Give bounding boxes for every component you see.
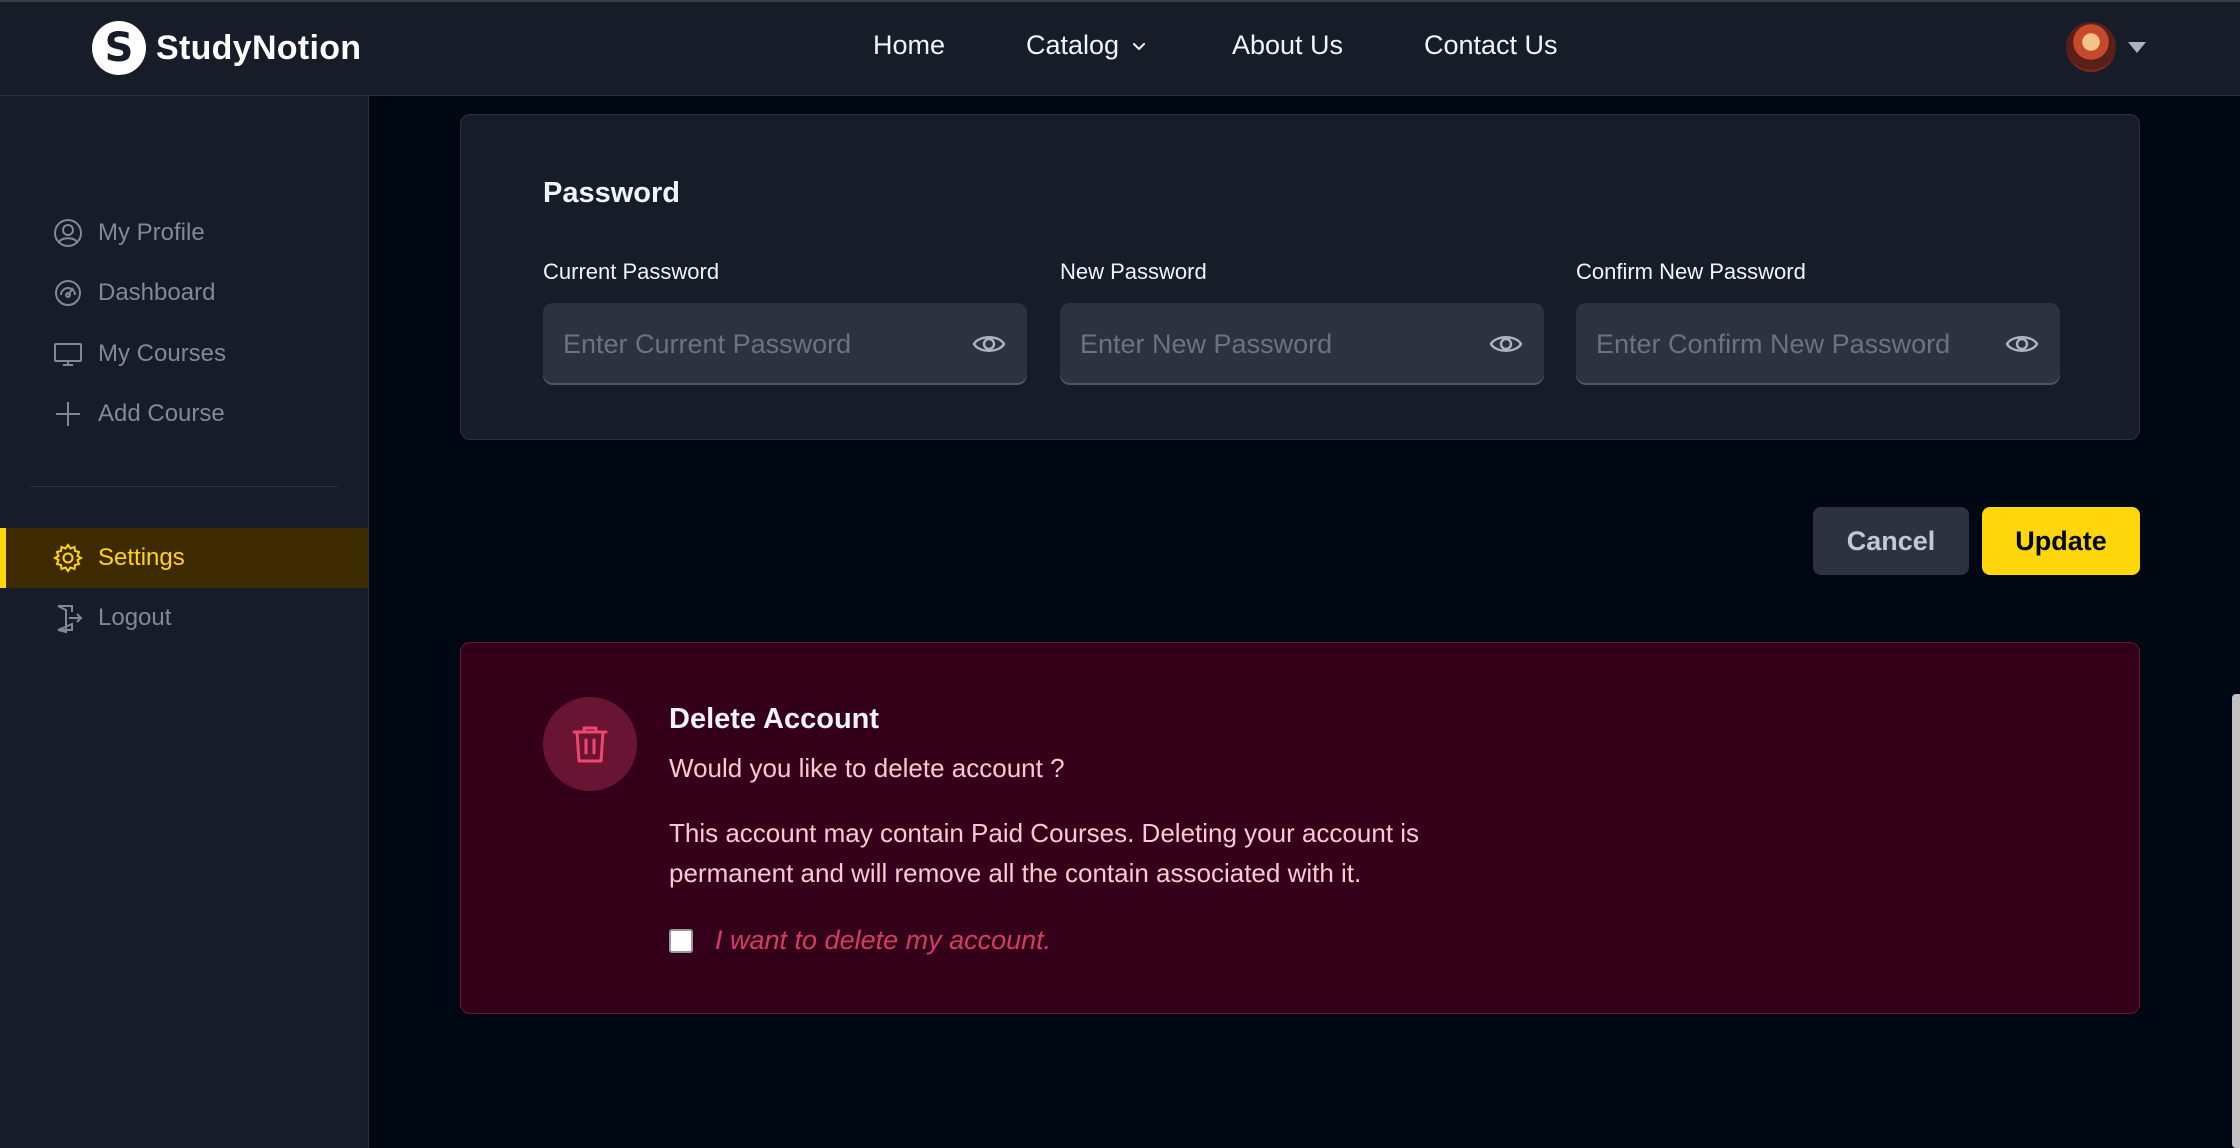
sidebar-item-dashboard[interactable]: Dashboard xyxy=(0,263,368,323)
logo-mark-icon: S xyxy=(92,21,146,75)
nav-catalog-label: Catalog xyxy=(1026,30,1120,60)
new-password-label: New Password xyxy=(1060,259,1207,284)
trash-icon xyxy=(572,726,608,763)
eye-icon[interactable] xyxy=(2004,326,2040,362)
page-scrollbar[interactable] xyxy=(2232,694,2240,1148)
sidebar-item-add-course[interactable]: Add Course xyxy=(0,384,368,444)
top-navbar: S StudyNotion Home Catalog About Us Cont… xyxy=(0,0,2240,96)
sidebar-item-label: Settings xyxy=(98,544,185,571)
delete-confirm-label[interactable]: I want to delete my account. xyxy=(715,925,1051,956)
trash-icon-badge xyxy=(543,697,637,791)
chevron-down-icon xyxy=(1133,42,1146,50)
delete-confirm-checkbox[interactable] xyxy=(669,928,693,953)
profile-menu[interactable] xyxy=(2066,22,2146,72)
avatar[interactable] xyxy=(2066,22,2116,72)
delete-account-description: This account may contain Paid Courses. D… xyxy=(669,818,1420,888)
sidebar-item-label: Dashboard xyxy=(98,279,216,306)
sidebar-item-logout[interactable]: Logout xyxy=(0,588,368,648)
sidebar-divider xyxy=(30,486,338,487)
sidebar-item-label: Add Course xyxy=(98,400,225,427)
caret-down-icon xyxy=(2128,41,2146,53)
delete-confirm-row[interactable]: I want to delete my account. xyxy=(669,925,1051,956)
sidebar: My Profile Dashboard My Courses Add Cour… xyxy=(0,96,369,1148)
password-card: Password Current Password New Password C… xyxy=(460,114,2140,440)
brand-name: StudyNotion xyxy=(156,28,362,67)
current-password-label: Current Password xyxy=(543,259,720,284)
eye-icon[interactable] xyxy=(1488,326,1524,362)
plus-icon xyxy=(56,402,80,426)
current-password-group: Current Password xyxy=(543,259,1027,385)
monitor-icon xyxy=(54,343,82,366)
new-password-input[interactable] xyxy=(1060,303,1544,385)
sidebar-item-my-profile[interactable]: My Profile xyxy=(0,203,368,263)
sidebar-item-my-courses[interactable]: My Courses xyxy=(0,324,368,384)
nav-about-link[interactable]: About Us xyxy=(1232,30,1343,61)
gauge-icon xyxy=(55,280,81,306)
sidebar-item-label: My Courses xyxy=(98,340,227,367)
confirm-password-input[interactable] xyxy=(1576,303,2060,385)
nav-home-link[interactable]: Home xyxy=(873,30,945,61)
sidebar-item-settings[interactable]: Settings xyxy=(0,528,368,588)
confirm-password-group: Confirm New Password xyxy=(1576,259,2060,385)
nav-catalog-link[interactable]: Catalog xyxy=(1026,30,1147,61)
password-section-title: Password xyxy=(543,177,680,209)
eye-icon[interactable] xyxy=(971,326,1007,362)
confirm-password-label: Confirm New Password xyxy=(1576,259,1806,284)
cancel-button[interactable]: Cancel xyxy=(1813,507,1969,575)
user-circle-icon xyxy=(54,219,82,247)
sidebar-item-label: Logout xyxy=(98,604,172,631)
delete-account-question: Would you like to delete account ? xyxy=(669,753,1065,783)
update-button[interactable]: Update xyxy=(1982,507,2140,575)
brand-logo[interactable]: S StudyNotion xyxy=(92,20,361,76)
current-password-input[interactable] xyxy=(543,303,1027,385)
delete-account-card: Delete Account Would you like to delete … xyxy=(460,642,2140,1014)
nav-contact-link[interactable]: Contact Us xyxy=(1424,30,1558,61)
sidebar-item-label: My Profile xyxy=(98,219,205,246)
new-password-group: New Password xyxy=(1060,259,1544,385)
delete-account-title: Delete Account xyxy=(669,703,880,735)
gear-icon xyxy=(52,543,84,573)
logout-icon xyxy=(57,605,83,634)
